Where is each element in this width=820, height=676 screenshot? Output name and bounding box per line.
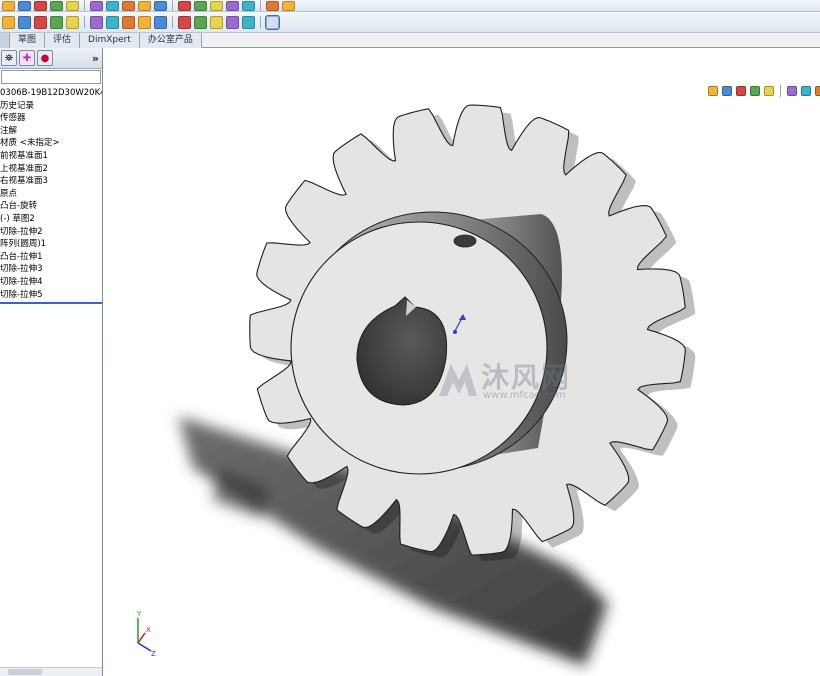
tree-item[interactable]: 切除-拉伸3 [0,263,102,276]
filter-input[interactable] [1,70,101,84]
tree-item[interactable]: 传感器 [0,112,102,125]
edit-appearance-icon[interactable] [242,0,255,11]
tab-1[interactable]: 评估 [45,33,81,48]
rib-icon[interactable] [138,15,151,29]
tree-item[interactable]: 前视基准面1 [0,150,102,163]
mirror-icon[interactable] [210,15,223,29]
fillet-icon[interactable] [106,15,119,29]
scene-icon[interactable] [266,0,279,11]
reference-geometry-icon[interactable] [226,15,239,29]
heads-up-view-toolbar [708,85,820,97]
panel-tabs: ⛯ ✚ ● » [0,48,102,69]
linear-pattern-icon[interactable] [194,15,207,29]
edit-appearance-icon[interactable] [815,86,820,96]
tree-item[interactable]: 切除-拉伸2 [0,226,102,239]
draft-icon[interactable] [178,15,191,29]
tree-item[interactable]: 阵列(圆周)1 [0,238,102,251]
tree-item[interactable]: 材质 <未指定> [0,137,102,150]
appearance-icon: ● [40,52,50,64]
display-manager-tab[interactable]: ● [37,50,53,66]
tab-features[interactable] [0,33,10,48]
loft-icon[interactable] [50,15,63,29]
tree-item[interactable]: 注解 [0,125,102,138]
tree-item[interactable]: 0306B-19B12D30W20K4 [0,87,102,100]
section-icon[interactable] [178,0,191,11]
save-icon[interactable] [34,0,47,11]
tree-item[interactable]: 原点 [0,188,102,201]
hide-show-icon[interactable] [226,0,239,11]
expand-panel-button[interactable]: » [92,52,99,65]
scrollbar-thumb[interactable] [8,669,42,675]
tree-item[interactable]: 凸台-旋转 [0,200,102,213]
tab-3[interactable]: 办公室产品 [139,33,202,48]
tree-item[interactable]: 上视基准面2 [0,163,102,176]
tree-item[interactable]: 切除-拉伸4 [0,276,102,289]
previous-view-icon[interactable] [736,86,746,96]
features-toolbar [0,12,820,33]
section-view-icon[interactable] [750,86,760,96]
command-manager-tabs: 草图 评估 DimXpert 办公室产品 [0,33,820,48]
instant3d-icon[interactable] [265,14,280,30]
extrude-boss-icon[interactable] [2,15,15,29]
crosshair-icon: ✚ [22,52,32,64]
axis-y-label: Y [136,610,142,618]
undo-icon[interactable] [66,0,79,11]
tree-item[interactable]: (-) 草图2 [0,213,102,226]
display-style-icon[interactable] [210,0,223,11]
part-scene: Y Z X [136,104,696,666]
view-orient-icon[interactable] [194,0,207,11]
options-icon[interactable] [106,0,119,11]
zoom-to-fit-icon[interactable] [708,86,718,96]
display-style-icon[interactable] [787,86,797,96]
axis-z-label: Z [151,650,156,658]
revolve-cut-icon[interactable] [90,15,103,29]
open-icon[interactable] [18,0,31,11]
tree-item[interactable]: 切除-拉伸5 [0,289,102,302]
panel-horizontal-scrollbar[interactable] [0,667,102,676]
revolve-boss-icon[interactable] [18,15,31,29]
chamfer-icon[interactable] [122,15,135,29]
sketch-icon[interactable] [122,0,135,11]
configuration-manager-tab[interactable]: ⛯ [1,50,17,66]
new-icon[interactable] [2,0,15,11]
feature-tree: 0306B-19B12D30W20K4 历史记录 传感器 注解 材质 <未指定> 前视基准… [0,87,102,301]
config-icon: ⛯ [5,52,13,64]
tree-item[interactable]: 历史记录 [0,100,102,113]
print-icon[interactable] [50,0,63,11]
extrude-cut-icon[interactable] [66,15,79,29]
rollback-bar[interactable] [0,302,102,304]
view-orientation-icon[interactable] [764,86,774,96]
measure-icon[interactable] [154,0,167,11]
axis-x-label: X [146,626,151,634]
shell-icon[interactable] [154,15,167,29]
standard-views-icon[interactable] [282,0,295,11]
graphics-area[interactable]: Y Z X 沐风网 www.mfcad.com [103,48,820,676]
menu-toolbar [0,0,820,12]
orientation-triad: Y Z X [136,610,156,658]
smart-dim-icon[interactable] [138,0,151,11]
curves-icon[interactable] [242,15,255,29]
tab-0[interactable]: 草图 [10,33,46,48]
tree-item[interactable]: 右视基准面3 [0,175,102,188]
hide-show-items-icon[interactable] [801,86,811,96]
sweep-icon[interactable] [34,15,47,29]
feature-manager-panel: ⛯ ✚ ● » 0306B-19B12D30W20K4 历史记录 传感器 注解 材质 <… [0,48,103,676]
zoom-area-icon[interactable] [722,86,732,96]
tab-2[interactable]: DimXpert [80,33,140,48]
rebuild-icon[interactable] [90,0,103,11]
dimxpert-manager-tab[interactable]: ✚ [19,50,35,66]
tree-item[interactable]: 凸台-拉伸1 [0,251,102,264]
